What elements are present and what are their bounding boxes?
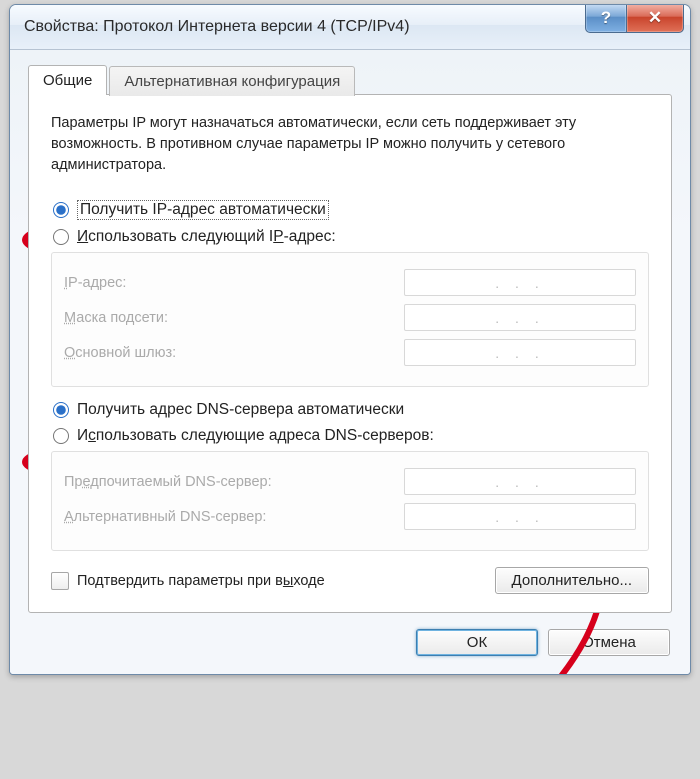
- radio-ip-auto-label: Получить IP-адрес автоматически: [77, 200, 329, 220]
- close-button[interactable]: ✕: [626, 4, 684, 33]
- input-gateway[interactable]: . . .: [404, 339, 636, 366]
- radio-dns-manual-label: Использовать следующие адреса DNS-сервер…: [77, 427, 434, 445]
- input-subnet-mask[interactable]: . . .: [404, 304, 636, 331]
- label-ip-address: IP-адрес:: [64, 275, 126, 291]
- intro-text: Параметры IP могут назначаться автоматич…: [51, 113, 649, 176]
- dialog-window: Свойства: Протокол Интернета версии 4 (T…: [9, 4, 691, 675]
- client-area: Общие Альтернативная конфигурация Параме…: [10, 50, 690, 674]
- input-ip-address[interactable]: . . .: [404, 269, 636, 296]
- input-preferred-dns[interactable]: . . .: [404, 468, 636, 495]
- label-subnet-mask: Маска подсети:: [64, 310, 168, 326]
- radio-ip-manual-input[interactable]: [53, 229, 69, 245]
- radio-ip-auto[interactable]: Получить IP-адрес автоматически: [53, 200, 647, 220]
- radio-dns-manual[interactable]: Использовать следующие адреса DNS-сервер…: [53, 427, 647, 445]
- radio-dns-auto[interactable]: Получить адрес DNS-сервера автоматически: [53, 401, 647, 419]
- label-gateway: Основной шлюз:: [64, 345, 176, 361]
- radio-dns-manual-input[interactable]: [53, 428, 69, 444]
- checkbox-icon: [51, 572, 69, 590]
- tab-alternate[interactable]: Альтернативная конфигурация: [109, 66, 355, 96]
- tab-general[interactable]: Общие: [28, 65, 107, 95]
- radio-ip-auto-input[interactable]: [53, 202, 69, 218]
- titlebar[interactable]: Свойства: Протокол Интернета версии 4 (T…: [10, 5, 690, 50]
- tab-panel-general: Параметры IP могут назначаться автоматич…: [28, 94, 672, 613]
- label-preferred-dns: Предпочитаемый DNS-сервер:: [64, 474, 272, 490]
- radio-ip-manual-label: ИИспользовать следующий IP-адрес:спользо…: [77, 228, 336, 246]
- dns-fields-group: Предпочитаемый DNS-сервер: . . . Альтерн…: [51, 451, 649, 551]
- radio-ip-manual[interactable]: ИИспользовать следующий IP-адрес:спользо…: [53, 228, 647, 246]
- radio-dns-auto-label: Получить адрес DNS-сервера автоматически: [77, 401, 404, 419]
- input-alternate-dns[interactable]: . . .: [404, 503, 636, 530]
- checkbox-confirm-on-exit[interactable]: Подтвердить параметры при выходе: [51, 572, 325, 590]
- help-button[interactable]: ?: [585, 4, 626, 33]
- advanced-button[interactable]: Дополнительно...: [495, 567, 649, 594]
- window-title: Свойства: Протокол Интернета версии 4 (T…: [24, 18, 410, 36]
- label-alternate-dns: Альтернативный DNS-сервер:: [64, 509, 266, 525]
- cancel-button[interactable]: Отмена: [548, 629, 670, 656]
- ip-fields-group: IP-адрес: . . . Маска подсети: . . . Осн…: [51, 252, 649, 387]
- checkbox-confirm-label: Подтвердить параметры при выходе: [77, 573, 325, 589]
- ok-button[interactable]: ОК: [416, 629, 538, 656]
- radio-dns-auto-input[interactable]: [53, 402, 69, 418]
